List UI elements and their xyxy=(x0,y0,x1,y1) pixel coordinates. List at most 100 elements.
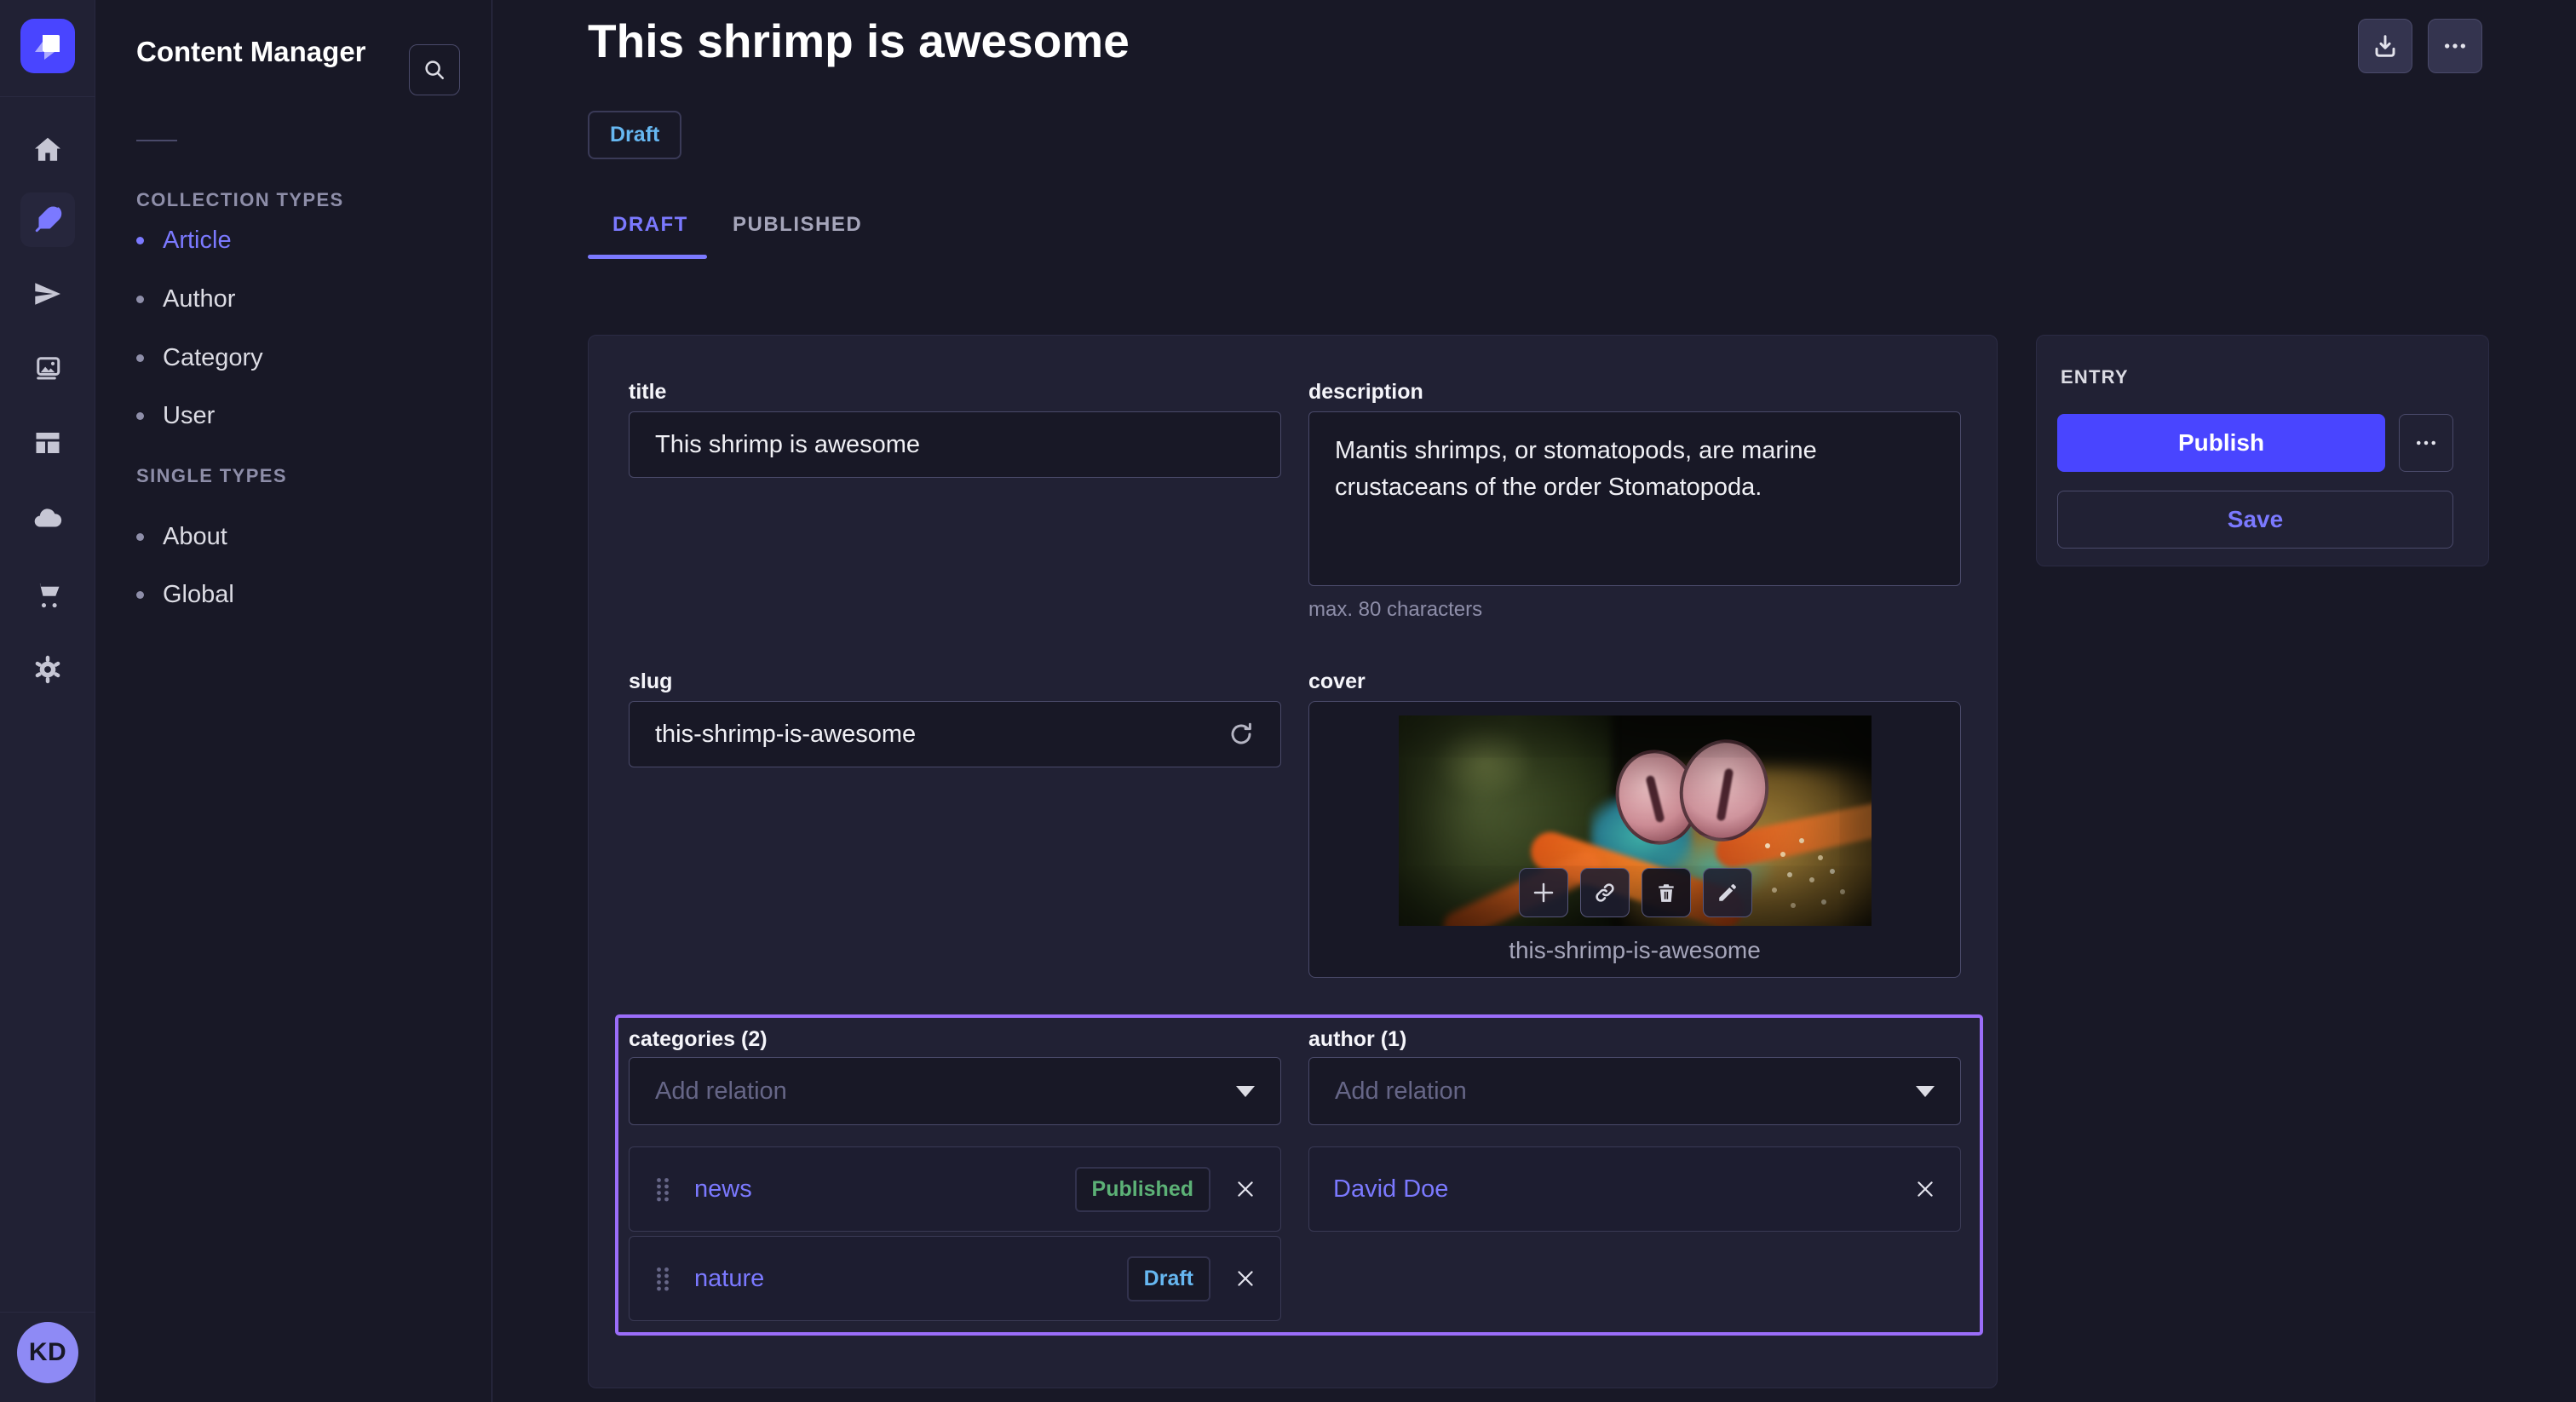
content-manager-subnav: Content Manager COLLECTION TYPES 4 Artic… xyxy=(95,0,492,1402)
close-icon xyxy=(1914,1178,1936,1200)
rail-divider xyxy=(0,1312,95,1313)
bullet-icon xyxy=(136,237,144,244)
entry-more-button[interactable] xyxy=(2399,414,2453,472)
relation-link[interactable]: news xyxy=(694,1175,752,1204)
regenerate-slug-button[interactable] xyxy=(1228,721,1255,748)
bullet-icon xyxy=(136,296,144,303)
drag-handle-icon[interactable] xyxy=(653,1176,672,1202)
layout-icon xyxy=(32,428,63,458)
entry-panel-title: ENTRY xyxy=(2061,366,2129,388)
user-avatar[interactable]: KD xyxy=(17,1322,78,1383)
export-button[interactable] xyxy=(2358,19,2412,73)
categories-add-relation-combobox[interactable]: Add relation xyxy=(629,1057,1281,1125)
bullet-icon xyxy=(136,533,144,541)
cover-copy-link-button[interactable] xyxy=(1580,868,1630,917)
nav-home[interactable] xyxy=(20,123,75,177)
app-screen: KD Content Manager COLLECTION TYPES 4 Ar… xyxy=(0,0,2576,1402)
cover-edit-button[interactable] xyxy=(1703,868,1752,917)
strapi-logo[interactable] xyxy=(20,19,75,73)
nav-content-type-builder[interactable] xyxy=(20,416,75,470)
nav-releases[interactable] xyxy=(20,267,75,321)
nav-settings[interactable] xyxy=(20,642,75,697)
more-actions-button[interactable] xyxy=(2428,19,2482,73)
nav-deploy[interactable] xyxy=(20,491,75,545)
title-input[interactable]: This shrimp is awesome xyxy=(629,411,1281,478)
refresh-icon xyxy=(1228,721,1255,748)
page-title: This shrimp is awesome xyxy=(588,14,1130,68)
nav-media-library[interactable] xyxy=(20,341,75,395)
send-icon xyxy=(32,279,63,309)
nav-content-manager[interactable] xyxy=(20,192,75,247)
sidebar-item-user[interactable]: User xyxy=(136,402,215,430)
close-icon xyxy=(1234,1178,1256,1200)
category-relation-row: nature Draft xyxy=(629,1236,1281,1321)
slug-input[interactable]: this-shrimp-is-awesome xyxy=(629,701,1281,767)
sidebar-item-category[interactable]: Category xyxy=(136,344,263,372)
cover-delete-button[interactable] xyxy=(1642,868,1691,917)
author-relation-row: David Doe xyxy=(1308,1146,1961,1232)
plus-icon xyxy=(1531,880,1556,905)
active-tab-underline xyxy=(588,255,707,259)
author-add-relation-combobox[interactable]: Add relation xyxy=(1308,1057,1961,1125)
sidebar-item-label: About xyxy=(163,523,227,551)
description-hint: max. 80 characters xyxy=(1308,598,1482,622)
save-button[interactable]: Save xyxy=(2057,491,2453,549)
bullet-icon xyxy=(136,412,144,420)
sidebar-item-global[interactable]: Global xyxy=(136,581,234,609)
description-field-label: description xyxy=(1308,380,1423,405)
strapi-logo-icon xyxy=(20,19,75,73)
publish-button[interactable]: Publish xyxy=(2057,414,2385,472)
title-input-value: This shrimp is awesome xyxy=(655,431,920,459)
drag-handle-icon[interactable] xyxy=(653,1266,672,1291)
subnav-title: Content Manager xyxy=(136,36,366,68)
entry-panel: ENTRY Publish Save xyxy=(2036,335,2489,566)
gear-icon xyxy=(32,654,63,685)
sidebar-item-article[interactable]: Article xyxy=(136,227,232,255)
edit-form-card: title This shrimp is awesome description… xyxy=(588,335,1998,1388)
bullet-icon xyxy=(136,354,144,362)
cart-icon xyxy=(32,578,63,609)
tab-draft[interactable]: DRAFT xyxy=(612,213,688,237)
cover-caption: this-shrimp-is-awesome xyxy=(1309,937,1960,964)
cover-add-button[interactable] xyxy=(1519,868,1568,917)
search-button[interactable] xyxy=(409,44,460,95)
remove-relation-button[interactable] xyxy=(1914,1178,1936,1200)
home-icon xyxy=(32,135,63,165)
tab-published[interactable]: PUBLISHED xyxy=(733,213,862,237)
slug-field-label: slug xyxy=(629,669,672,694)
cover-actions xyxy=(1519,868,1752,917)
section-collection-types: COLLECTION TYPES xyxy=(136,189,344,211)
categories-field-label: categories (2) xyxy=(629,1027,768,1052)
author-placeholder: Add relation xyxy=(1335,1077,1467,1106)
relation-status-badge: Published xyxy=(1075,1167,1210,1212)
sidebar-item-about[interactable]: About xyxy=(136,523,227,551)
cover-image[interactable] xyxy=(1399,715,1872,926)
link-icon xyxy=(1593,881,1617,905)
more-dots-icon xyxy=(2413,430,2439,456)
nav-marketplace[interactable] xyxy=(20,566,75,621)
rail-divider xyxy=(0,96,95,97)
cover-field: this-shrimp-is-awesome xyxy=(1308,701,1961,978)
sidebar-item-author[interactable]: Author xyxy=(136,285,235,313)
subnav-divider xyxy=(136,140,177,141)
cloud-icon xyxy=(32,503,63,533)
title-field-label: title xyxy=(629,380,666,405)
pencil-icon xyxy=(1716,882,1739,904)
trash-icon xyxy=(1655,882,1677,904)
slug-input-value: this-shrimp-is-awesome xyxy=(655,721,916,749)
category-relation-row: news Published xyxy=(629,1146,1281,1232)
media-icon xyxy=(32,353,63,383)
main-nav-rail: KD xyxy=(0,0,95,1402)
search-icon xyxy=(422,57,447,83)
relation-link[interactable]: nature xyxy=(694,1265,764,1293)
download-icon xyxy=(2372,32,2399,60)
relation-link[interactable]: David Doe xyxy=(1333,1175,1448,1204)
remove-relation-button[interactable] xyxy=(1234,1178,1256,1200)
remove-relation-button[interactable] xyxy=(1234,1267,1256,1290)
relation-status-badge: Draft xyxy=(1127,1256,1210,1301)
section-single-types: SINGLE TYPES xyxy=(136,465,287,487)
close-icon xyxy=(1234,1267,1256,1290)
sidebar-item-label: Category xyxy=(163,344,263,372)
sidebar-item-label: Author xyxy=(163,285,235,313)
description-textarea[interactable]: Mantis shrimps, or stomatopods, are mari… xyxy=(1308,411,1961,586)
